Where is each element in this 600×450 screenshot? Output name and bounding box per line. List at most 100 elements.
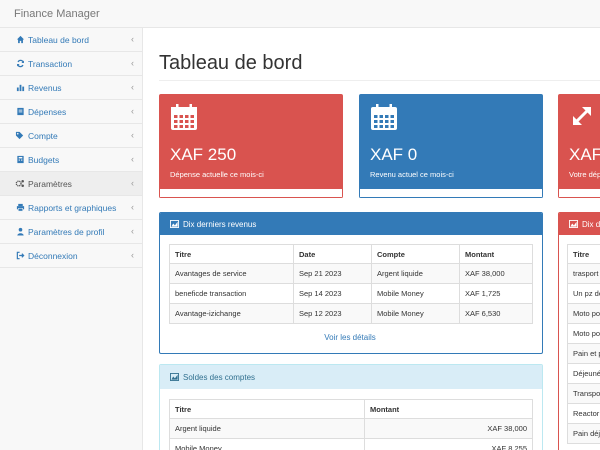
tags-icon <box>15 131 25 140</box>
user-icon <box>15 227 25 236</box>
table-row: beneficde transaction Sep 14 2023 Mobile… <box>169 283 533 304</box>
chevron-left-icon: ‹ <box>131 130 134 140</box>
calculator-icon <box>15 155 25 164</box>
table-row: trasport <box>567 263 600 284</box>
table-row: Reactor <box>567 403 600 424</box>
calendar-icon <box>369 102 399 137</box>
sidebar-item-label: Revenus <box>28 82 62 93</box>
table-cell: XAF 8,255 <box>364 438 533 450</box>
table-cell: Un pz de <box>567 283 600 304</box>
sidebar-item-revenus[interactable]: Revenus ‹ <box>0 76 142 100</box>
table-cell: Moto pou <box>567 303 600 324</box>
expand-icon <box>568 102 596 135</box>
chevron-left-icon: ‹ <box>131 58 134 68</box>
stat-caption: Votre dépe <box>569 170 600 179</box>
table-cell: Mobile Money <box>371 283 460 304</box>
table-row: Avantages de service Sep 21 2023 Argent … <box>169 263 533 284</box>
home-icon <box>15 35 25 44</box>
stat-card-income: XAF 0 Revenu actuel ce mois-ci <box>359 94 543 198</box>
table-cell: Mobile Money <box>371 303 460 324</box>
view-details-link[interactable]: Voir les détails <box>160 333 540 342</box>
stat-card-budget: XAF Votre dépe <box>558 94 600 198</box>
stat-value: XAF 250 <box>170 145 237 164</box>
sidebar-item-deconnexion[interactable]: Déconnexion ‹ <box>0 244 142 268</box>
area-chart-icon <box>170 373 179 381</box>
chevron-left-icon: ‹ <box>131 250 134 260</box>
table-row: Pain déje <box>567 423 600 444</box>
column-header: Date <box>293 244 372 264</box>
top-navbar: Finance Manager <box>0 0 600 28</box>
brand-title[interactable]: Finance Manager <box>14 8 100 20</box>
table-cell: Mobile Money <box>169 438 365 450</box>
panel-heading: Dix derniers revenus <box>160 213 542 235</box>
chevron-left-icon: ‹ <box>131 154 134 164</box>
sidebar-item-dashboard[interactable]: Tableau de bord ‹ <box>0 28 142 52</box>
table-cell: beneficde transaction <box>169 283 294 304</box>
table-cell: Reactor <box>567 403 600 424</box>
stat-footer[interactable] <box>558 189 600 198</box>
sidebar-item-parametres[interactable]: Paramètres ‹ <box>0 172 142 196</box>
sidebar-item-label: Paramètres de profil <box>28 226 105 237</box>
stat-caption: Revenu actuel ce mois-ci <box>370 170 454 179</box>
sidebar-item-label: Tableau de bord <box>28 34 89 45</box>
table-cell: trasport <box>567 263 600 284</box>
area-chart-icon <box>569 220 578 228</box>
table-cell: Avantage-izichange <box>169 303 294 324</box>
chevron-left-icon: ‹ <box>131 202 134 212</box>
refresh-icon <box>15 59 25 68</box>
panel-title: Dix de <box>582 219 600 229</box>
table-row: Moto pou <box>567 323 600 344</box>
sidebar-item-compte[interactable]: Compte ‹ <box>0 124 142 148</box>
stat-value: XAF <box>569 145 600 164</box>
sidebar-item-transaction[interactable]: Transaction ‹ <box>0 52 142 76</box>
sidebar-item-profil[interactable]: Paramètres de profil ‹ <box>0 220 142 244</box>
area-chart-icon <box>170 220 179 228</box>
page-title: Tableau de bord <box>159 52 303 74</box>
table-cell: XAF 38,000 <box>364 418 533 439</box>
print-icon <box>15 203 25 212</box>
sidebar-item-label: Transaction <box>28 58 73 69</box>
table-cell: Sep 12 2023 <box>293 303 372 324</box>
bar-chart-icon <box>15 83 25 92</box>
column-header: Titre <box>169 399 365 419</box>
account-balances-panel: Soldes des comptes Titre Montant Argent … <box>159 364 543 450</box>
table-row: Déjeuné <box>567 363 600 384</box>
table-row: Mobile Money XAF 8,255 <box>169 438 533 450</box>
sidebar-item-depenses[interactable]: Dépenses ‹ <box>0 100 142 124</box>
chevron-left-icon: ‹ <box>131 226 134 236</box>
table-cell: Argent liquide <box>371 263 460 284</box>
chevron-left-icon: ‹ <box>131 106 134 116</box>
sidebar-item-label: Dépenses <box>28 106 67 117</box>
stat-footer[interactable] <box>159 189 343 198</box>
panel-title: Dix derniers revenus <box>183 219 257 229</box>
income-table: Titre Date Compte Montant Avantages de s… <box>169 244 533 324</box>
sidebar-item-label: Paramètres <box>28 178 72 189</box>
calendar-icon <box>169 102 199 137</box>
table-cell: Transpor <box>567 383 600 404</box>
table-row: Argent liquide XAF 38,000 <box>169 418 533 439</box>
chevron-left-icon: ‹ <box>131 82 134 92</box>
table-cell: Sep 21 2023 <box>293 263 372 284</box>
sidebar-item-label: Déconnexion <box>28 250 78 261</box>
table-cell: XAF 38,000 <box>459 263 533 284</box>
sidebar-item-label: Compte <box>28 130 58 141</box>
balances-table: Titre Montant Argent liquide XAF 38,000 … <box>169 399 533 450</box>
sidebar-item-rapports[interactable]: Rapports et graphiques ‹ <box>0 196 142 220</box>
table-cell: Pain et p <box>567 343 600 364</box>
table-cell: Pain déje <box>567 423 600 444</box>
document-icon <box>15 107 25 116</box>
sign-out-icon <box>15 251 25 260</box>
recent-expenses-panel: Dix de Titre trasport Un pz de Moto pou … <box>558 212 600 450</box>
stat-value: XAF 0 <box>370 145 418 164</box>
table-cell: XAF 6,530 <box>459 303 533 324</box>
sidebar-item-budgets[interactable]: Budgets ‹ <box>0 148 142 172</box>
table-row: Pain et p <box>567 343 600 364</box>
table-cell: Avantages de service <box>169 263 294 284</box>
title-divider <box>159 80 600 81</box>
sidebar: Tableau de bord ‹ Transaction ‹ Revenus … <box>0 28 142 268</box>
stat-footer[interactable] <box>359 189 543 198</box>
table-row: Moto pou <box>567 303 600 324</box>
table-cell: Déjeuné <box>567 363 600 384</box>
column-header: Titre <box>567 244 600 264</box>
column-header: Montant <box>364 399 533 419</box>
